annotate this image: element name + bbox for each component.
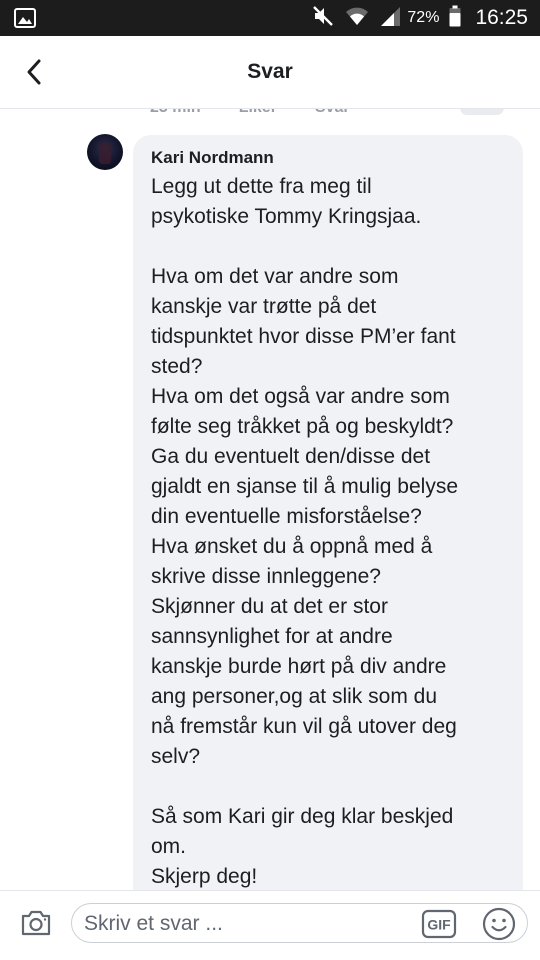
- status-time: 16:25: [475, 6, 528, 29]
- camera-button[interactable]: [18, 905, 54, 941]
- previous-comment-meta: 23 min Liker Svar: [0, 108, 540, 118]
- comment-line: ang personer,og at slik som du: [151, 685, 438, 708]
- battery-icon: [449, 5, 461, 32]
- emoji-button[interactable]: [481, 907, 517, 941]
- avatar[interactable]: [87, 134, 123, 170]
- smiley-icon: [482, 907, 516, 941]
- comment-line: skrive disse innleggene?: [151, 565, 381, 588]
- comment-line: kanskje var trøtte på det: [151, 295, 377, 318]
- battery-percent: 72%: [407, 9, 440, 26]
- reply-input-field[interactable]: GIF: [71, 903, 528, 943]
- comment-line: sted?: [151, 355, 203, 378]
- comment-line: Hva ønsket du å oppnå med å: [151, 535, 433, 558]
- comment-line: sannsynlighet for at andre: [151, 625, 393, 648]
- comment-line: om.: [151, 835, 187, 858]
- comment-line: Skjønner du at det er stor: [151, 595, 388, 618]
- comment-line: Hva om det var andre som: [151, 265, 399, 288]
- comment-line: kanskje burde hørt på div andre: [151, 655, 447, 678]
- previous-reaction-pill: [460, 109, 504, 115]
- comment-line: psykotiske Tommy Kringsjaa.: [151, 205, 422, 228]
- status-bar: 72% 16:25: [0, 0, 540, 36]
- camera-icon: [21, 910, 51, 936]
- comment-text: Legg ut dette fra meg til psykotiske Tom…: [151, 172, 521, 892]
- comment-line: Skjerp deg!: [151, 865, 258, 888]
- signal-icon: [379, 5, 401, 32]
- comment-line: følte seg tråkket på og beskyldt?: [151, 415, 454, 438]
- previous-comment-time: 23 min: [150, 109, 201, 117]
- comment-line: Hva om det også var andre som: [151, 385, 450, 408]
- page-title: Svar: [247, 60, 293, 83]
- comment-line: Legg ut dette fra meg til: [151, 175, 372, 198]
- gif-label: GIF: [427, 917, 451, 933]
- comment-line: [151, 772, 521, 802]
- comment-line: nå fremstår kun vil gå utover deg: [151, 715, 457, 738]
- mute-icon: [311, 5, 335, 32]
- previous-like-link[interactable]: Liker: [239, 109, 277, 117]
- previous-reply-link[interactable]: Svar: [315, 109, 350, 117]
- gif-button[interactable]: GIF: [421, 909, 457, 939]
- comment-line: Ga du eventuelt den/disse det: [151, 445, 431, 468]
- wifi-icon: [345, 5, 369, 32]
- reply-input[interactable]: [84, 910, 414, 938]
- comment-line: gjaldt en sjanse til å mulig belyse: [151, 475, 459, 498]
- comment-line: Så som Kari gir deg klar beskjed: [151, 805, 454, 828]
- gallery-notification-icon: [14, 8, 36, 33]
- header: Svar: [0, 36, 540, 108]
- reply-composer: GIF: [0, 890, 540, 960]
- comment-line: selv?: [151, 745, 201, 768]
- comment-line: tidspunktet hvor disse PM’er fant: [151, 325, 456, 348]
- comment-author[interactable]: Kari Nordmann: [151, 148, 274, 168]
- comment-line: din eventuelle misforståelse?: [151, 505, 422, 528]
- comment-line: [151, 232, 521, 262]
